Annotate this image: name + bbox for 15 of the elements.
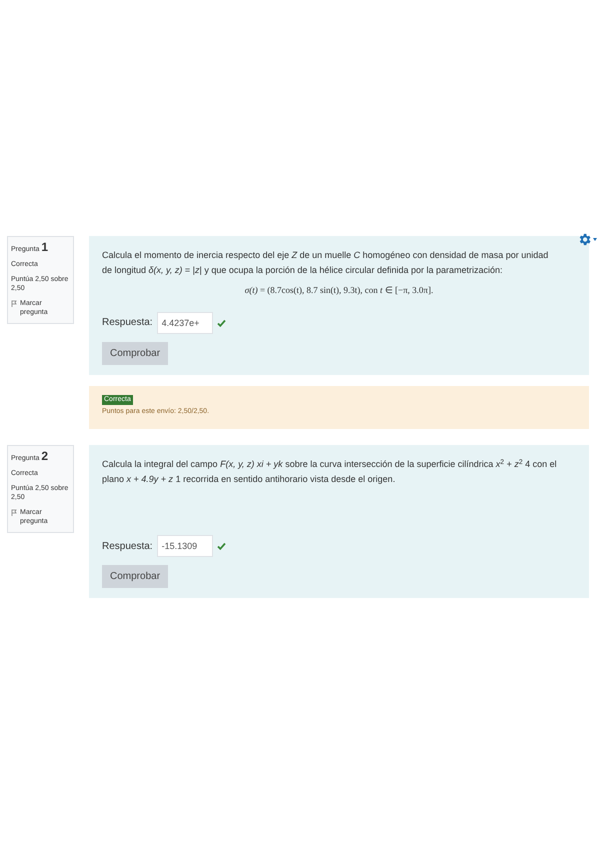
answer-field[interactable]: 4.4237e+ xyxy=(156,312,213,334)
flag-icon xyxy=(11,300,17,307)
formula: σ(t) = (8.7cos(t), 8.7 sin(t), 9.3t), con t ∈ [−π, 3.0π]. xyxy=(244,284,434,297)
check-button[interactable]: Comprobar xyxy=(102,565,168,588)
answer-field[interactable]: -15.1309 xyxy=(156,535,213,557)
settings-icon[interactable] xyxy=(577,232,592,247)
question-text: Calcula la integral del campo F(x, y, z) xi + yk sobre la curva intersección de la superficie cilíndrica x$^{2}$ + z$^{2}$ 4 con el plano x + 4.9y + z 1 recorrida en sentido antihorario vista desde el origen. xyxy=(102,458,558,486)
answer-label: Respuesta: xyxy=(102,540,153,554)
caret-icon[interactable] xyxy=(593,238,597,241)
flag-icon xyxy=(11,509,17,516)
question-number: 1 xyxy=(41,243,48,252)
check-button[interactable]: Comprobar xyxy=(102,342,168,364)
answer-label: Respuesta: xyxy=(102,316,153,330)
question-text: Calcula el momento de inercia respecto del eje Z de un muelle C homogéneo con densidad de masa por unidad de longitud δ(x, y, z) = |z| y que ocupa la porción de la hélice circular definida por la parametrización: xyxy=(102,249,550,277)
question-number: 2 xyxy=(41,452,48,461)
